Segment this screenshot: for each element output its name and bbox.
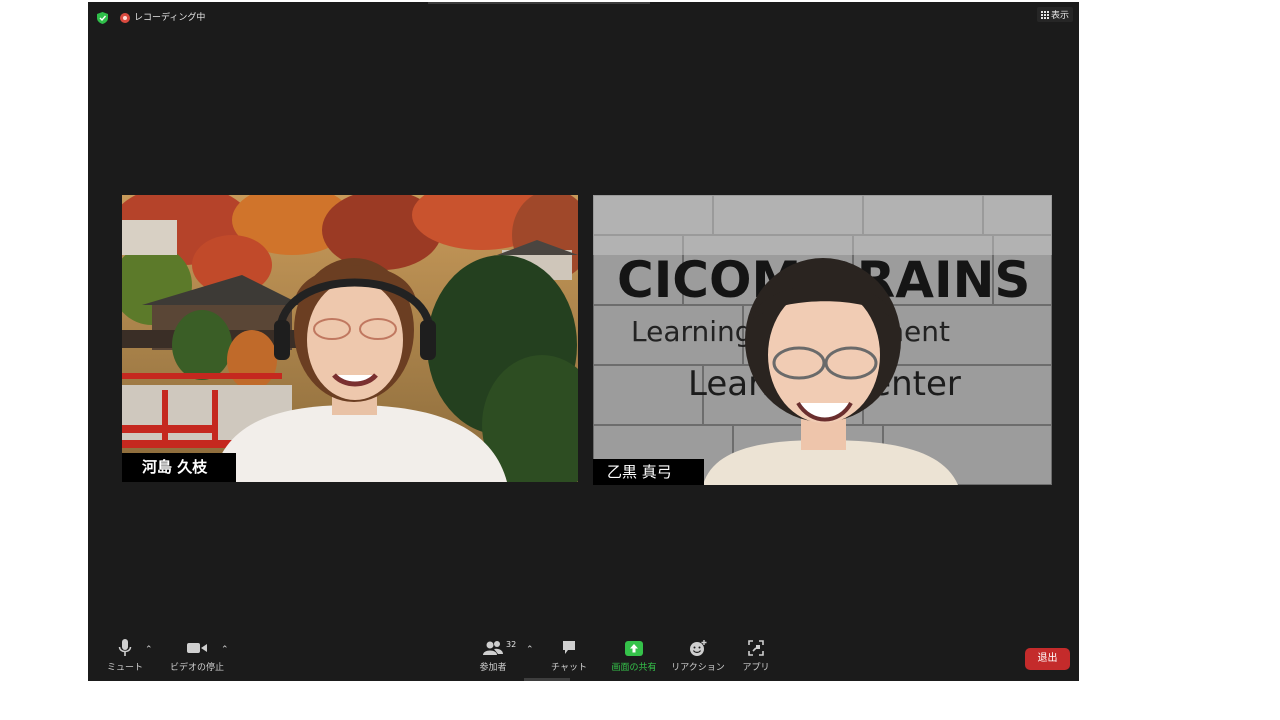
apps-label: アプリ bbox=[742, 663, 770, 673]
participants-count: 32 bbox=[506, 640, 517, 649]
share-label: 画面の共有 bbox=[611, 663, 657, 673]
chat-label: チャット bbox=[551, 663, 587, 673]
record-icon bbox=[120, 13, 130, 23]
video-feed bbox=[122, 195, 578, 482]
participants-options-caret[interactable]: ⌃ bbox=[526, 645, 534, 655]
video-options-caret[interactable]: ⌃ bbox=[221, 645, 229, 655]
mute-label: ミュート bbox=[107, 663, 144, 673]
meeting-window: レコーディング中 表示 河島 久枝 CICOM BRAINS Learning … bbox=[88, 2, 1079, 681]
participants-label: 参加者 bbox=[479, 663, 507, 673]
grid-icon bbox=[1040, 10, 1049, 19]
mute-options-caret[interactable]: ⌃ bbox=[145, 645, 153, 655]
mute-button[interactable]: ミュート bbox=[107, 637, 144, 681]
video-tile-participant-1[interactable]: 河島 久枝 bbox=[122, 195, 578, 482]
top-bar: レコーディング中 表示 bbox=[88, 2, 1079, 34]
leave-button[interactable]: 退出 bbox=[1025, 648, 1070, 670]
bottom-indicator bbox=[524, 678, 570, 681]
video-feed: CICOM BRAINS Learning Development Learni… bbox=[593, 195, 1052, 485]
video-tile-participant-2[interactable]: CICOM BRAINS Learning Development Learni… bbox=[593, 195, 1052, 485]
reaction-icon bbox=[689, 637, 707, 659]
apps-icon bbox=[748, 637, 764, 659]
stop-video-button[interactable]: ビデオの停止 bbox=[170, 637, 224, 681]
shield-icon[interactable] bbox=[97, 12, 108, 24]
participants-button[interactable]: 32 参加者 bbox=[476, 637, 516, 681]
share-screen-button[interactable]: 画面の共有 bbox=[608, 637, 660, 681]
microphone-icon bbox=[118, 637, 132, 659]
apps-button[interactable]: アプリ bbox=[739, 637, 773, 681]
participant-name-tag: 乙黒 真弓 bbox=[593, 459, 704, 485]
view-label: 表示 bbox=[1050, 11, 1069, 21]
participants-icon: 32 bbox=[483, 637, 516, 659]
video-label: ビデオの停止 bbox=[170, 663, 225, 673]
participant-name-tag: 河島 久枝 bbox=[122, 453, 236, 482]
reactions-button[interactable]: リアクション bbox=[671, 637, 725, 681]
view-button[interactable]: 表示 bbox=[1036, 7, 1073, 22]
recording-indicator[interactable]: レコーディング中 bbox=[120, 11, 205, 25]
chat-button[interactable]: チャット bbox=[551, 637, 587, 681]
recording-label: レコーディング中 bbox=[134, 13, 206, 23]
meeting-toolbar: ミュート ⌃ ビデオの停止 ⌃ 32 参加者 ⌃ チャット 画面の共有 リアクシ… bbox=[88, 637, 1079, 681]
share-screen-icon bbox=[625, 637, 643, 659]
camera-icon bbox=[187, 637, 207, 659]
chat-icon bbox=[562, 637, 576, 659]
reactions-label: リアクション bbox=[671, 663, 725, 673]
